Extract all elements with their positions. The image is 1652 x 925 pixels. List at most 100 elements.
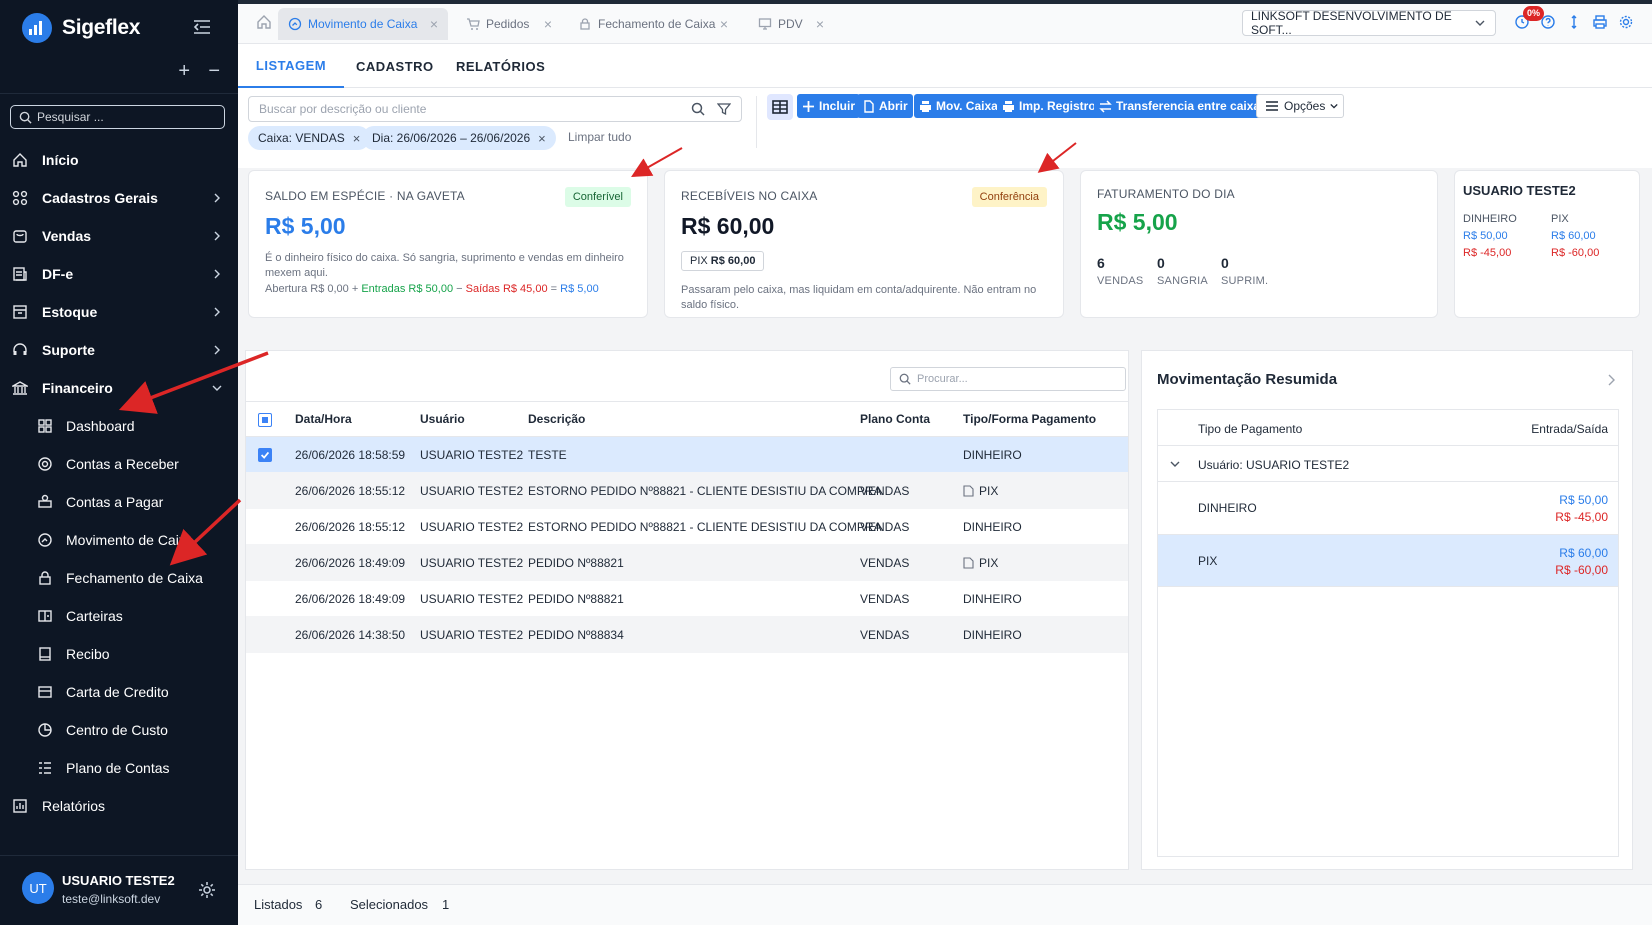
filter-chip-caixa[interactable]: Caixa: VENDAS × — [248, 126, 371, 150]
column-header[interactable]: Plano Conta — [860, 402, 930, 436]
user-settings-icon[interactable] — [198, 881, 216, 899]
remove-filter-icon[interactable]: × — [538, 131, 546, 146]
user-col-dinheiro: DINHEIRO R$ 50,00 R$ -45,00 — [1463, 211, 1517, 262]
grid-search-input[interactable]: Procurar... — [890, 367, 1126, 391]
sidebar-item-movimento-caixa[interactable]: Movimento de Caixa — [0, 520, 238, 560]
gauge-icon — [288, 17, 302, 31]
sidebar-search-placeholder: Pesquisar ... — [37, 110, 104, 124]
table-row[interactable]: 26/06/2026 18:58:59 USUARIO TESTE2 TESTE DI… — [246, 437, 1128, 473]
column-header[interactable]: Tipo/Forma Pagamento — [963, 402, 1096, 436]
table-view-icon[interactable] — [767, 94, 793, 120]
collapse-sidebar-icon[interactable] — [192, 18, 212, 36]
stat-label: SANGRIA — [1157, 275, 1208, 287]
remove-filter-icon[interactable]: × — [353, 131, 361, 146]
stat-number: 6 — [1097, 255, 1105, 271]
close-icon[interactable]: × — [720, 16, 728, 32]
sidebar-item-relatorios[interactable]: Relatórios — [0, 786, 238, 826]
column-header[interactable]: Descrição — [528, 402, 585, 436]
sidebar-item-contas-pagar[interactable]: Contas a Pagar — [0, 482, 238, 522]
table-row[interactable]: 26/06/2026 18:55:12 USUARIO TESTE2 ESTORNO… — [246, 473, 1128, 509]
abrir-button[interactable]: Abrir — [857, 94, 913, 118]
tab-label: Fechamento de Caixa — [598, 17, 716, 31]
sidebar-item-dashboard[interactable]: Dashboard — [0, 406, 238, 446]
cell-user: USUARIO TESTE2 — [420, 437, 523, 472]
mov-caixa-button[interactable]: Mov. Caixa — [914, 94, 1003, 118]
cell-plano: VENDAS — [860, 545, 909, 580]
resumo-group-row[interactable]: Usuário: USUARIO TESTE2 — [1158, 446, 1618, 482]
listados-label: Listados — [254, 897, 303, 912]
cart-icon — [13, 230, 27, 243]
sidebar-item-recibo[interactable]: Recibo — [0, 634, 238, 674]
tab-movimento-caixa[interactable]: Movimento de Caixa × — [278, 8, 448, 40]
sidebar-item-financeiro[interactable]: Financeiro — [0, 368, 238, 408]
gear-icon[interactable] — [1618, 14, 1634, 30]
table-row[interactable]: 26/06/2026 14:38:50 USUARIO TESTE2 PEDIDO … — [246, 617, 1128, 653]
filter-chip-dia[interactable]: Dia: 26/06/2026 – 26/06/2026 × — [362, 126, 556, 150]
sidebar-item-vendas[interactable]: Vendas — [0, 216, 238, 256]
resumo-row[interactable]: PIX R$ 60,00 R$ -60,00 — [1158, 535, 1618, 587]
cell-text: 26/06/2026 18:49:09 — [295, 591, 406, 606]
table-row[interactable]: 26/06/2026 18:55:12 USUARIO TESTE2 ESTORNO… — [246, 509, 1128, 545]
sidebar-item-cadastros-gerais[interactable]: Cadastros Gerais — [0, 178, 238, 218]
more-vertical-icon[interactable] — [1566, 14, 1582, 30]
tab-cadastro[interactable]: CADASTRO — [356, 44, 434, 88]
transferencia-button[interactable]: Transferencia entre caixas — [1094, 94, 1272, 118]
main-search-input[interactable]: Buscar por descrição ou cliente — [248, 96, 742, 122]
home-tab-icon[interactable] — [256, 14, 272, 30]
card-value: R$ 5,00 — [1097, 209, 1178, 235]
cell-plano: VENDAS — [860, 581, 909, 616]
tab-listagem[interactable]: LISTAGEM — [238, 44, 344, 88]
imp-registro-button[interactable]: Imp. Registro — [997, 94, 1101, 118]
formula-saidas: Saídas R$ 45,00 — [465, 283, 548, 295]
sidebar-item-dfe[interactable]: DF-e — [0, 254, 238, 294]
clear-all-link[interactable]: Limpar tudo — [568, 130, 631, 144]
column-header[interactable]: Usuário — [420, 402, 465, 436]
user-profile[interactable]: UT USUARIO TESTE2 teste@linksoft.dev — [0, 862, 238, 918]
sidebar-item-carta-credito[interactable]: Carta de Credito — [0, 672, 238, 712]
expand-all-button[interactable]: + — [178, 61, 190, 81]
close-icon[interactable]: × — [816, 16, 824, 32]
sidebar-search-input[interactable]: Pesquisar ... — [10, 105, 225, 129]
close-icon[interactable]: × — [430, 16, 438, 32]
table-row[interactable]: 26/06/2026 18:49:09 USUARIO TESTE2 PEDIDO … — [246, 545, 1128, 581]
row-checkbox[interactable] — [258, 448, 272, 462]
col-in: R$ 60,00 — [1551, 230, 1596, 242]
select-all-checkbox[interactable] — [258, 413, 272, 427]
tab-fechamento-caixa[interactable]: Fechamento de Caixa × — [568, 8, 738, 40]
collapse-all-button[interactable]: − — [208, 61, 220, 81]
tab-relatorios[interactable]: RELATÓRIOS — [456, 44, 545, 88]
sidebar-item-carteiras[interactable]: Carteiras — [0, 596, 238, 636]
close-icon[interactable]: × — [544, 16, 552, 32]
table-row[interactable]: 26/06/2026 18:49:09 USUARIO TESTE2 PEDIDO … — [246, 581, 1128, 617]
sidebar-item-estoque[interactable]: Estoque — [0, 292, 238, 332]
stat-number: 0 — [1157, 255, 1165, 271]
sidebar-item-fechamento-caixa[interactable]: Fechamento de Caixa — [0, 558, 238, 598]
company-select[interactable]: LINKSOFT DESENVOLVIMENTO DE SOFT... — [1242, 9, 1496, 37]
file-icon — [864, 99, 874, 113]
column-header[interactable]: Data/Hora — [295, 402, 352, 436]
opcoes-button[interactable]: Opções — [1256, 94, 1344, 118]
printer-icon[interactable] — [1592, 14, 1608, 30]
help-icon[interactable] — [1540, 14, 1556, 30]
movements-grid: Procurar... Data/Hora Usuário Descrição … — [245, 350, 1129, 870]
sidebar-item-contas-receber[interactable]: Contas a Receber — [0, 444, 238, 484]
search-icon[interactable] — [691, 102, 705, 116]
row-in: R$ 50,00 — [1559, 493, 1608, 507]
filter-icon[interactable] — [717, 102, 731, 116]
chevron-down-icon[interactable] — [1170, 459, 1180, 469]
incluir-button[interactable]: Incluir — [797, 94, 861, 118]
list-icon — [39, 762, 51, 774]
resumo-row[interactable]: DINHEIRO R$ 50,00 R$ -45,00 — [1158, 482, 1618, 535]
cell-datetime: 26/06/2026 18:49:09 — [295, 545, 405, 580]
sidebar-item-centro-custo[interactable]: Centro de Custo — [0, 710, 238, 750]
tab-label: PDV — [778, 17, 803, 31]
cell-text: PEDIDO Nº88821 — [528, 591, 624, 606]
chevron-right-icon[interactable] — [1606, 374, 1616, 386]
tab-pedidos[interactable]: Pedidos × — [456, 8, 562, 40]
cell-user: USUARIO TESTE2 — [420, 545, 523, 580]
sidebar-item-plano-contas[interactable]: Plano de Contas — [0, 748, 238, 788]
resumo-table: Tipo de Pagamento Entrada/Saída Usuário:… — [1157, 409, 1619, 857]
sidebar-item-inicio[interactable]: Início — [0, 140, 238, 180]
sidebar-item-suporte[interactable]: Suporte — [0, 330, 238, 370]
tab-pdv[interactable]: PDV × — [748, 8, 834, 40]
